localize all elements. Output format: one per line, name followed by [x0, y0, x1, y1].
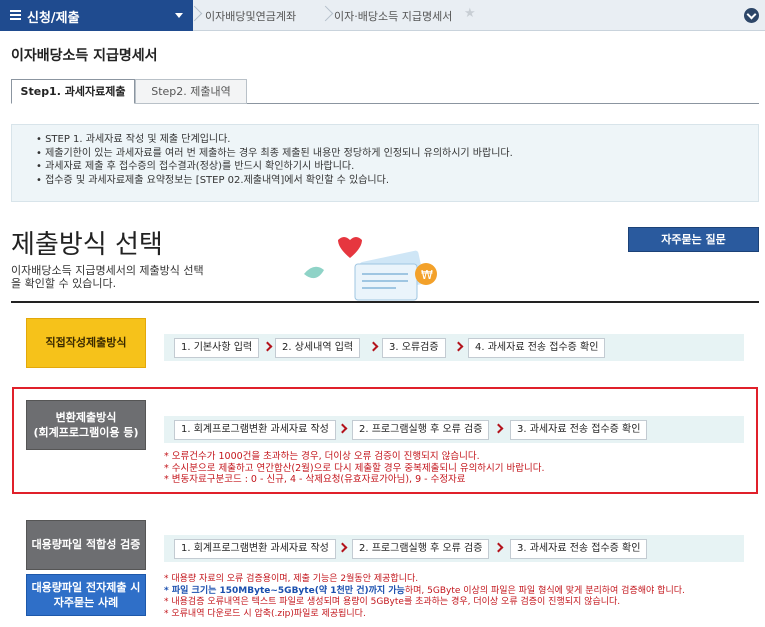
step-arrow-icon — [368, 341, 379, 352]
hamburger-icon — [10, 10, 21, 20]
favorite-star-icon[interactable]: ★ — [464, 6, 476, 21]
breadcrumb-separator-icon — [318, 0, 332, 31]
info-line: • 접수증 및 과세자료제출 요약정보는 [STEP 02.제출내역]에서 확인… — [36, 174, 389, 186]
svg-text:₩: ₩ — [421, 268, 433, 282]
step-arrow-icon — [493, 542, 504, 553]
bulk-notes: * 대용량 자료의 오류 검증용이며, 제출 기능은 2월동안 제공합니다. *… — [164, 574, 685, 620]
convert-submit-button[interactable]: 변환제출방식 (회계프로그램이용 등) — [26, 400, 146, 450]
info-line: • STEP 1. 과세자료 작성 및 제출 단계입니다. — [36, 134, 231, 145]
direct-steps: 1. 기본사항 입력 2. 상세내역 입력 3. 오류검증 4. 과세자료 전송… — [164, 334, 744, 361]
expand-down-icon[interactable] — [744, 8, 759, 23]
step-box: 2. 프로그램실행 후 오류 검증 — [352, 539, 490, 559]
note-rest: 하며, 5GByte 이상의 파일은 파일 형식에 맞게 분리하여 검증해야 합… — [404, 585, 685, 596]
step-box: 2. 프로그램실행 후 오류 검증 — [352, 420, 490, 440]
convert-label-2: (회계프로그램이용 등) — [33, 426, 139, 439]
step-arrow-icon — [453, 341, 464, 352]
note-line: * 내용검증 오류내역은 텍스트 파일로 생성되며 용량이 5GByte를 초과… — [164, 597, 621, 607]
note-line: * 오류내역 다운로드 시 압축(.zip)파일로 제공됩니다. — [164, 608, 366, 619]
note-highlight: * 파일 크기는 150MByte~5GByte(약 1천만 건)까지 가능 — [164, 585, 405, 596]
info-box: • STEP 1. 과세자료 작성 및 제출 단계입니다. • 제출기한이 있는… — [11, 124, 759, 202]
step-box: 2. 상세내역 입력 — [275, 338, 361, 358]
section-title: 제출방식 선택 — [11, 230, 163, 260]
document-heart-illustration-icon: ₩ — [304, 237, 437, 301]
step-box: 3. 과세자료 전송 접수증 확인 — [510, 539, 648, 559]
note-line: * 변동자료구분코드 : 0 - 신규, 4 - 삭제요청(유효자료가아님), … — [164, 474, 466, 485]
menu-label: 신청/제출 — [27, 11, 80, 26]
step-arrow-icon — [262, 341, 273, 352]
note-line: * 오류건수가 1000건을 초과하는 경우, 더이상 오류 검증이 진행되지 … — [164, 451, 480, 462]
convert-label-1: 변환제출방식 — [55, 411, 117, 424]
step-box: 3. 과세자료 전송 접수증 확인 — [510, 420, 648, 440]
info-line: • 제출기한이 있는 과세자료를 여러 번 제출하는 경우 최종 제출된 내용만… — [36, 147, 513, 159]
convert-notes: * 오류건수가 1000건을 초과하는 경우, 더이상 오류 검증이 진행되지 … — [164, 451, 545, 486]
tab-step1[interactable]: Step1. 과세자료제출 — [11, 79, 135, 104]
convert-steps: 1. 회계프로그램변환 과세자료 작성 2. 프로그램실행 후 오류 검증 3.… — [164, 416, 744, 443]
note-line: * 수시분으로 제출하고 연간합산(2월)으로 다시 제출할 경우 중복제출되니… — [164, 462, 545, 474]
note-line: * 파일 크기는 150MByte~5GByte(약 1천만 건)까지 가능하며… — [164, 586, 685, 598]
info-line: • 과세자료 제출 후 접수증의 접수결과(정상)를 반드시 확인하기시 바랍니… — [36, 161, 355, 172]
step-box: 4. 과세자료 전송 접수증 확인 — [468, 338, 606, 358]
direct-submit-button[interactable]: 직접작성제출방식 — [26, 318, 146, 368]
section-divider — [11, 301, 759, 303]
breadcrumb-separator-icon — [187, 0, 201, 31]
bulk-faq-label-2: 자주묻는 사례 — [53, 596, 119, 609]
caret-down-icon — [175, 13, 183, 18]
faq-button[interactable]: 자주묻는 질문 — [628, 227, 759, 252]
step-box: 1. 기본사항 입력 — [174, 338, 260, 358]
breadcrumb-item[interactable]: 이자배당및연금계좌 — [205, 8, 296, 24]
note-line: * 대용량 자료의 오류 검증용이며, 제출 기능은 2월동안 제공합니다. — [164, 574, 419, 584]
bulk-steps: 1. 회계프로그램변환 과세자료 작성 2. 프로그램실행 후 오류 검증 3.… — [164, 535, 744, 562]
step-arrow-icon — [337, 423, 348, 434]
bulk-faq-label-1: 대용량파일 전자제출 시 — [31, 581, 141, 594]
step-box: 3. 오류검증 — [382, 338, 446, 358]
step-box: 1. 회계프로그램변환 과세자료 작성 — [174, 539, 336, 559]
breadcrumb-item[interactable]: 이자·배당소득 지급명세서 — [334, 8, 452, 24]
tab-step2[interactable]: Step2. 제출내역 — [135, 79, 247, 104]
page-title: 이자배당소득 지급명세서 — [11, 48, 158, 64]
step-box: 1. 회계프로그램변환 과세자료 작성 — [174, 420, 336, 440]
menu-toggle-button[interactable]: 신청/제출 — [0, 0, 193, 31]
bulk-validate-button[interactable]: 대용량파일 적합성 검증 — [26, 520, 146, 570]
top-nav-bar: 신청/제출 이자배당및연금계좌 이자·배당소득 지급명세서 ★ — [0, 0, 765, 31]
step-arrow-icon — [337, 542, 348, 553]
section-description: 이자배당소득 지급명세서의 제출방식 선택을 확인할 수 있습니다. — [11, 264, 204, 290]
bulk-faq-button[interactable]: 대용량파일 전자제출 시 자주묻는 사례 — [26, 574, 146, 616]
step-arrow-icon — [493, 423, 504, 434]
